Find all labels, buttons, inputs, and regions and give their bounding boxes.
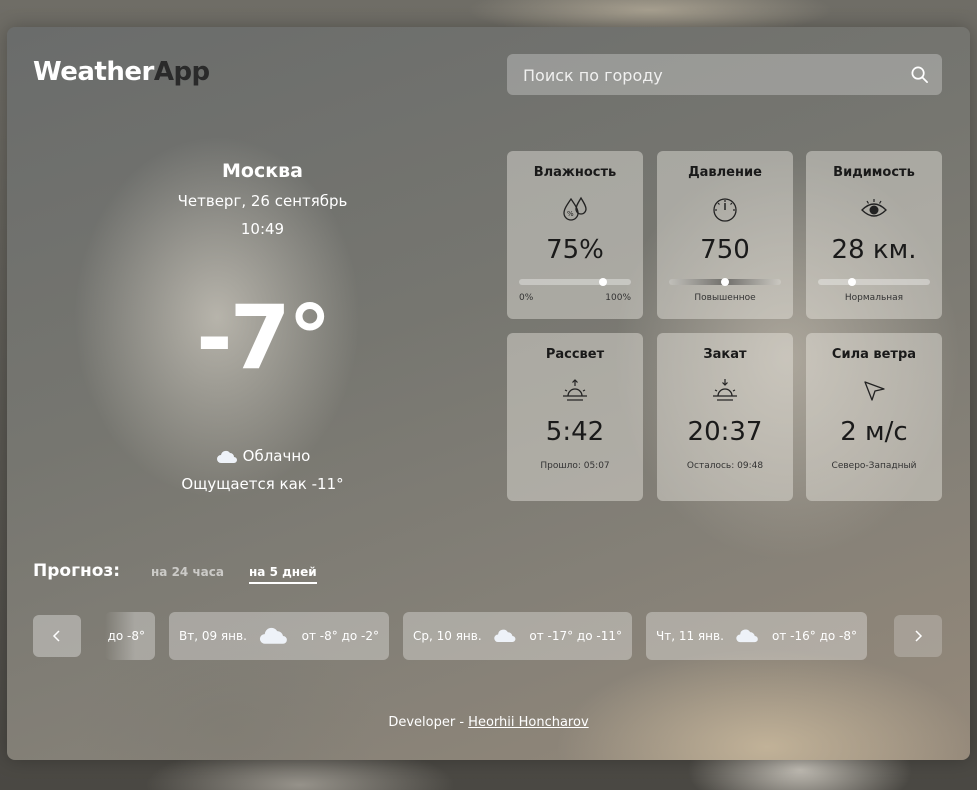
pressure-bar-knob bbox=[721, 278, 729, 286]
forecast-day-range: до -8° bbox=[107, 629, 145, 643]
forecast-day[interactable]: Ср, 10 янв. от -17° до -11° bbox=[403, 612, 632, 660]
condition-text: Облачно bbox=[242, 447, 311, 465]
city-name: Москва bbox=[222, 160, 303, 182]
cloud-icon bbox=[259, 627, 287, 644]
wind-card: Сила ветра 2 м/с Северо-Западный bbox=[806, 333, 942, 501]
pressure-card: Давление 750 Повышенное bbox=[657, 151, 793, 319]
chevron-right-icon bbox=[915, 630, 923, 642]
sunrise-title: Рассвет bbox=[545, 347, 605, 362]
forecast-day-name: Чт, 11 янв. bbox=[656, 629, 724, 643]
humidity-bar bbox=[519, 278, 631, 286]
tab-24-hours[interactable]: на 24 часа bbox=[151, 565, 224, 579]
cloud-icon bbox=[493, 629, 516, 643]
sunset-icon bbox=[713, 379, 737, 401]
visibility-note: Нормальная bbox=[844, 293, 904, 303]
humidity-bar-knob bbox=[599, 278, 607, 286]
pressure-note: Повышенное bbox=[694, 293, 756, 303]
svg-text:%: % bbox=[567, 210, 574, 218]
app-logo: WeatherApp bbox=[33, 57, 210, 87]
visibility-card: Видимость 28 км. Нормальная bbox=[806, 151, 942, 319]
visibility-title: Видимость bbox=[833, 165, 915, 180]
humidity-card: Влажность % 75% 0% 100% bbox=[507, 151, 643, 319]
wind-title: Сила ветра bbox=[831, 347, 917, 362]
search-icon[interactable] bbox=[910, 65, 929, 84]
sunset-value: 20:37 bbox=[687, 417, 763, 447]
visibility-bar-knob bbox=[847, 278, 856, 286]
sunset-card: Закат 20:37 Осталось: 09:48 bbox=[657, 333, 793, 501]
logo-weather: Weather bbox=[33, 57, 154, 87]
forecast-day-range: от -8° до -2° bbox=[301, 629, 379, 643]
search-input[interactable] bbox=[521, 54, 905, 97]
forecast-day-name: Вт, 09 янв. bbox=[179, 629, 247, 643]
cloud-icon bbox=[216, 450, 237, 463]
sunset-note: Осталось: 09:48 bbox=[686, 461, 764, 471]
humidity-title: Влажность bbox=[533, 165, 617, 180]
weather-condition: Облачно bbox=[130, 447, 395, 465]
forecast-day-partial[interactable]: до -8° bbox=[105, 612, 155, 660]
current-temperature: -7° bbox=[196, 286, 332, 389]
feels-like: Ощущается как -11° bbox=[181, 475, 344, 493]
sunrise-note: Прошло: 05:07 bbox=[540, 461, 610, 471]
gauge-icon bbox=[713, 198, 737, 222]
logo-app: App bbox=[153, 57, 210, 87]
visibility-bar bbox=[818, 278, 930, 286]
wind-value: 2 м/с bbox=[840, 417, 908, 447]
current-time: 10:49 bbox=[240, 220, 285, 238]
pressure-value: 750 bbox=[700, 235, 750, 265]
forecast-day[interactable]: Вт, 09 янв. от -8° до -2° bbox=[169, 612, 389, 660]
pressure-title: Давление bbox=[688, 165, 762, 180]
forecast-day-name: Ср, 10 янв. bbox=[413, 629, 482, 643]
footer: Developer - Heorhii Honcharov bbox=[0, 715, 977, 730]
forecast-day[interactable]: Чт, 11 янв. от -16° до -8° bbox=[646, 612, 867, 660]
forecast-day-range: от -16° до -8° bbox=[772, 629, 857, 643]
sunset-title: Закат bbox=[703, 347, 747, 362]
developer-link[interactable]: Heorhii Honcharov bbox=[468, 715, 588, 730]
chevron-left-icon bbox=[52, 630, 60, 642]
footer-prefix: Developer - bbox=[388, 715, 469, 730]
sunrise-icon bbox=[563, 379, 587, 401]
current-date: Четверг, 26 сентябрь bbox=[177, 192, 348, 210]
wind-direction-icon bbox=[864, 381, 885, 401]
humidity-icon: % bbox=[563, 196, 587, 221]
humidity-max: 100% bbox=[605, 293, 631, 303]
eye-icon bbox=[861, 199, 887, 217]
forecast-day-range: от -17° до -11° bbox=[529, 629, 622, 643]
sunrise-value: 5:42 bbox=[545, 417, 605, 447]
cloud-icon bbox=[736, 629, 758, 643]
forecast-title: Прогноз: bbox=[33, 561, 121, 581]
humidity-value: 75% bbox=[546, 235, 604, 265]
visibility-value: 28 км. bbox=[831, 235, 917, 265]
search-bar bbox=[507, 54, 942, 97]
pressure-bar bbox=[669, 278, 781, 286]
sunrise-card: Рассвет 5:42 Прошло: 05:07 bbox=[507, 333, 643, 501]
tab-5-days[interactable]: на 5 дней bbox=[249, 565, 317, 584]
wind-note: Северо-Западный bbox=[831, 461, 917, 471]
next-button[interactable] bbox=[894, 615, 942, 657]
prev-button[interactable] bbox=[33, 615, 81, 657]
